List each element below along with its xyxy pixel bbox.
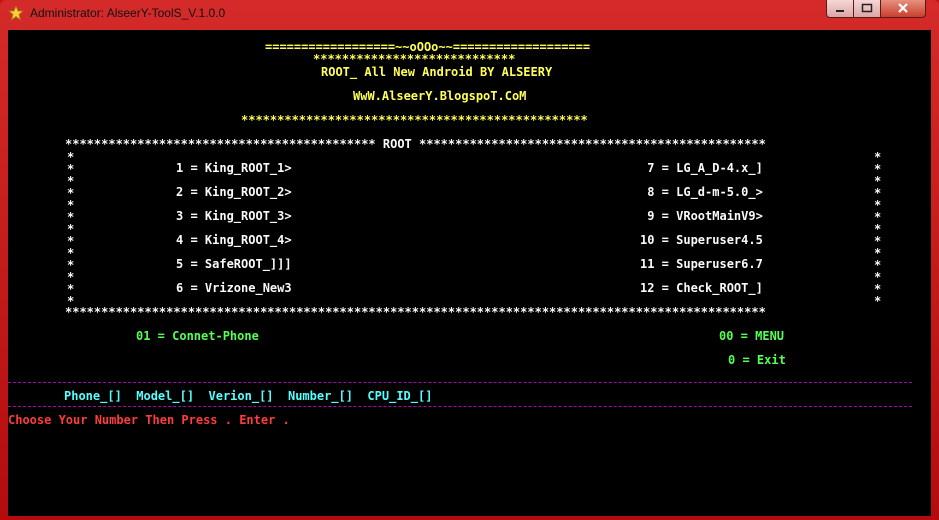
option-11[interactable]: 11 = Superuser6.7 <box>640 257 763 271</box>
window-title: Administrator: AlseerY-ToolS_V.1.0.0 <box>30 6 226 20</box>
minimize-icon <box>836 10 844 12</box>
option-7[interactable]: 7 = LG_A_D-4.x_] <box>640 161 763 175</box>
option-1[interactable]: 1 = King_ROOT_1> <box>176 161 292 175</box>
console-output[interactable]: ==================~~oOOo~~==============… <box>8 30 931 516</box>
website-url: WwW.AlseerY.BlogspoT.CoM <box>353 89 527 103</box>
star-icon <box>8 5 24 21</box>
close-button[interactable] <box>880 0 926 18</box>
console-window: Administrator: AlseerY-ToolS_V.1.0.0 ===… <box>0 0 939 520</box>
exit-option[interactable]: 0 = Exit <box>728 353 786 367</box>
separator-top <box>8 382 912 383</box>
input-prompt[interactable]: Choose Your Number Then Press . Enter . <box>8 413 290 427</box>
option-2[interactable]: 2 = King_ROOT_2> <box>176 185 292 199</box>
maximize-button[interactable] <box>853 0 881 18</box>
box-top-border: ****************************************… <box>65 137 766 151</box>
option-5[interactable]: 5 = SafeROOT_]]] <box>176 257 292 271</box>
device-info-line: Phone_[] Model_[] Verion_[] Number_[] CP… <box>64 389 433 403</box>
minimize-button[interactable] <box>826 0 854 18</box>
option-8[interactable]: 8 = LG_d-m-5.0_> <box>640 185 763 199</box>
maximize-icon <box>861 3 873 13</box>
close-icon <box>898 3 908 13</box>
option-9[interactable]: 9 = VRootMainV9> <box>640 209 763 223</box>
option-10[interactable]: 10 = Superuser4.5 <box>640 233 763 247</box>
app-title: ROOT_ All New Android BY ALSEERY <box>321 65 553 79</box>
menu-option[interactable]: 00 = MENU <box>719 329 784 343</box>
separator-bottom <box>8 406 912 407</box>
title-bar[interactable]: Administrator: AlseerY-ToolS_V.1.0.0 <box>0 0 939 26</box>
box-side-star: * <box>874 294 882 308</box>
option-12[interactable]: 12 = Check_ROOT_] <box>640 281 763 295</box>
box-bottom-border: ****************************************… <box>65 305 766 319</box>
option-4[interactable]: 4 = King_ROOT_4> <box>176 233 292 247</box>
option-6[interactable]: 6 = Vrizone_New3 <box>176 281 292 295</box>
header-stars-line: **************************** <box>313 52 516 66</box>
connect-phone-option[interactable]: 01 = Connet-Phone <box>136 329 259 343</box>
option-3[interactable]: 3 = King_ROOT_3> <box>176 209 292 223</box>
header-stars-line-2: ****************************************… <box>241 113 588 127</box>
